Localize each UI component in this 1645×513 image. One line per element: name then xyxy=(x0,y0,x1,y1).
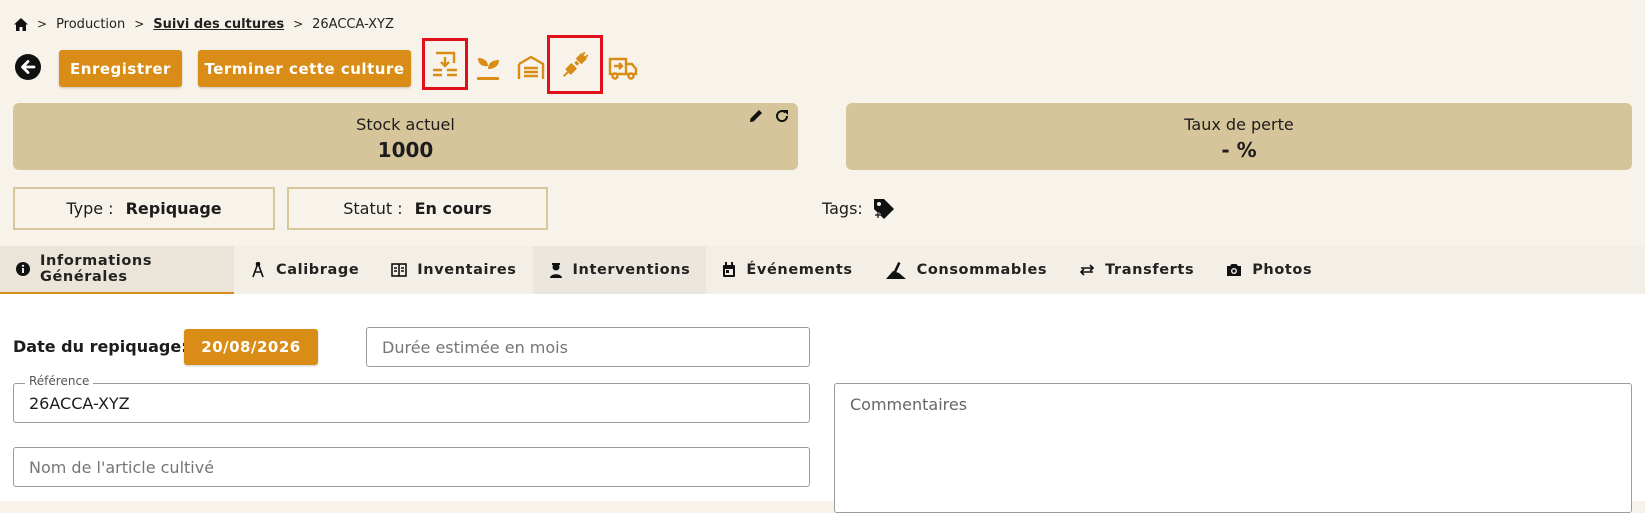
date-label: Date du repiquage: xyxy=(13,337,188,356)
stock-label: Stock actuel xyxy=(356,115,455,134)
connect-plug-icon[interactable] xyxy=(547,35,603,94)
delivery-truck-icon[interactable] xyxy=(605,50,641,86)
comments-textarea[interactable]: Commentaires xyxy=(834,383,1632,513)
stock-card: Stock actuel 1000 xyxy=(13,103,798,170)
loss-rate-value: - % xyxy=(1221,138,1257,162)
status-label: Statut : xyxy=(343,199,403,218)
finish-culture-button[interactable]: Terminer cette culture xyxy=(198,50,411,87)
type-label: Type : xyxy=(66,199,114,218)
reference-label: Référence xyxy=(25,374,94,388)
status-box: Statut : En cours xyxy=(287,187,548,230)
tab-bar: Informations Générales Calibrage Inventa… xyxy=(0,246,1645,294)
reference-field[interactable]: 26ACCA-XYZ xyxy=(13,383,810,423)
tab-transferts[interactable]: Transferts xyxy=(1063,246,1210,294)
cultivated-article-input[interactable] xyxy=(13,447,810,487)
tab-label: Photos xyxy=(1252,262,1313,278)
back-arrow-icon[interactable] xyxy=(15,54,41,80)
add-tag-icon[interactable] xyxy=(872,197,896,225)
consumables-icon xyxy=(885,261,907,279)
tab-evenements[interactable]: Événements xyxy=(706,246,868,294)
loss-rate-label: Taux de perte xyxy=(1184,115,1294,134)
comments-placeholder: Commentaires xyxy=(850,395,968,414)
stock-value: 1000 xyxy=(377,138,434,162)
tab-informations-generales[interactable]: Informations Générales xyxy=(0,246,234,294)
seedling-icon[interactable] xyxy=(470,50,506,86)
tab-label: Calibrage xyxy=(276,262,360,278)
tab-photos[interactable]: Photos xyxy=(1210,246,1328,294)
home-icon[interactable] xyxy=(14,17,28,31)
tab-label: Interventions xyxy=(572,262,691,278)
breadcrumb: > Production > Suivi des cultures > 26AC… xyxy=(14,15,394,33)
transfer-icon xyxy=(1079,264,1095,276)
estimated-duration-input[interactable] xyxy=(366,327,810,367)
tags-label: Tags: xyxy=(822,199,863,218)
tab-label: Inventaires xyxy=(417,262,517,278)
worker-icon xyxy=(549,262,563,278)
refresh-icon[interactable] xyxy=(774,108,790,128)
chevron-right-icon: > xyxy=(134,17,145,31)
edit-pencil-icon[interactable] xyxy=(748,108,764,128)
breadcrumb-current: 26ACCA-XYZ xyxy=(312,16,394,32)
loss-rate-card: Taux de perte - % xyxy=(846,103,1632,170)
info-icon xyxy=(16,262,30,276)
breadcrumb-suivi-cultures[interactable]: Suivi des cultures xyxy=(153,17,284,32)
camera-icon xyxy=(1226,263,1242,277)
tab-calibrage[interactable]: Calibrage xyxy=(234,246,375,294)
tab-label: Événements xyxy=(746,262,853,278)
calibration-icon xyxy=(250,262,266,278)
tab-label: Transferts xyxy=(1105,262,1195,278)
stock-entry-icon[interactable] xyxy=(422,38,468,90)
type-value: Repiquage xyxy=(125,199,222,218)
tab-label: Consommables xyxy=(916,262,1048,278)
tab-inventaires[interactable]: Inventaires xyxy=(375,246,532,294)
inventory-icon xyxy=(391,263,408,277)
warehouse-icon[interactable] xyxy=(513,50,549,86)
calendar-icon xyxy=(722,262,736,278)
tab-consommables[interactable]: Consommables xyxy=(869,246,1064,294)
status-value: En cours xyxy=(414,199,492,218)
date-picker-button[interactable]: 20/08/2026 xyxy=(184,329,318,365)
chevron-right-icon: > xyxy=(37,17,48,31)
chevron-right-icon: > xyxy=(293,17,304,31)
breadcrumb-production[interactable]: Production xyxy=(56,17,125,32)
tab-label: Informations Générales xyxy=(40,253,153,285)
type-box: Type : Repiquage xyxy=(13,187,275,230)
tab-interventions[interactable]: Interventions xyxy=(532,246,707,294)
save-button[interactable]: Enregistrer xyxy=(59,50,182,87)
reference-value: 26ACCA-XYZ xyxy=(29,393,130,413)
